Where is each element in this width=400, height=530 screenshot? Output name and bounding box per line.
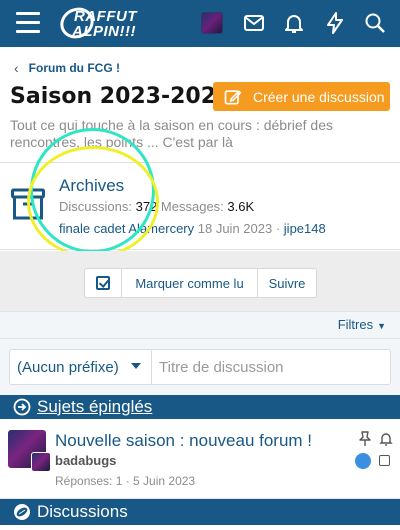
discussions-section-header: Discussions [0, 499, 400, 525]
filter-bar: Filtres ▼ [0, 311, 400, 339]
actions-button-group: Marquer comme lu Suivre [84, 268, 317, 298]
top-header: RAFFUT ALPIN!!! [0, 0, 400, 47]
thread-meta: Réponses: 1 · 5 Juin 2023 [55, 474, 196, 488]
logo-text-line2: ALPIN!!! [72, 23, 136, 40]
avatar[interactable] [31, 452, 51, 472]
arrow-circle-icon [13, 398, 31, 416]
latest-user-link[interactable]: jipe148 [284, 221, 326, 236]
pin-icon [359, 431, 371, 446]
caret-down-icon: ▼ [377, 321, 386, 331]
like-icon [355, 453, 371, 469]
follow-button[interactable]: Suivre [258, 269, 316, 297]
select-checkbox[interactable] [85, 269, 122, 297]
prefix-value: (Aucun préfixe) [17, 358, 119, 376]
menu-icon[interactable] [16, 12, 40, 34]
separator: · [275, 221, 281, 236]
breadcrumb-link[interactable]: Forum du FCG ! [29, 61, 120, 75]
filters-dropdown[interactable]: Filtres ▼ [338, 317, 386, 332]
thread-title[interactable]: Nouvelle saison : nouveau forum ! [55, 431, 312, 451]
discussions-section-title: Discussions [37, 502, 128, 521]
thread-title-input[interactable] [151, 349, 391, 385]
chevron-left-icon: ‹ [14, 60, 19, 76]
create-discussion-label: Créer une discussion [253, 88, 385, 105]
rugby-ball-icon [14, 504, 30, 520]
watch-bell-icon [379, 433, 393, 446]
avatar[interactable] [201, 12, 223, 34]
thread-author[interactable]: badabugs [55, 453, 116, 468]
caret-down-icon [131, 363, 141, 369]
prefix-select[interactable]: (Aucun préfixe) [9, 349, 151, 385]
select-checkbox-icon[interactable] [379, 455, 390, 466]
messages-label: Messages: [160, 199, 224, 214]
pinned-section-header: Sujets épinglés [0, 395, 400, 419]
create-discussion-button[interactable]: Créer une discussion [213, 82, 390, 111]
annotation-circle-yellow [27, 146, 159, 258]
filters-label: Filtres [337, 317, 374, 332]
edit-icon [224, 89, 242, 104]
lightning-icon[interactable] [323, 11, 347, 35]
latest-date: 18 Juin 2023 [197, 221, 273, 236]
mail-icon[interactable] [242, 11, 266, 35]
checkbox-icon [96, 276, 110, 290]
page-title: Saison 2023-2024 [10, 84, 232, 109]
logo-text-line1: RAFFUT [74, 8, 137, 25]
search-icon[interactable] [363, 11, 387, 35]
bell-icon[interactable] [282, 11, 306, 35]
site-logo[interactable]: RAFFUT ALPIN!!! [55, 2, 170, 44]
breadcrumb[interactable]: ‹ Forum du FCG ! [14, 60, 120, 76]
mark-read-button[interactable]: Marquer comme lu [122, 269, 258, 297]
thread-row[interactable]: Nouvelle saison : nouveau forum ! badabu… [0, 419, 400, 499]
messages-count: 3.6K [227, 199, 255, 214]
pinned-section-title[interactable]: Sujets épinglés [37, 397, 152, 417]
